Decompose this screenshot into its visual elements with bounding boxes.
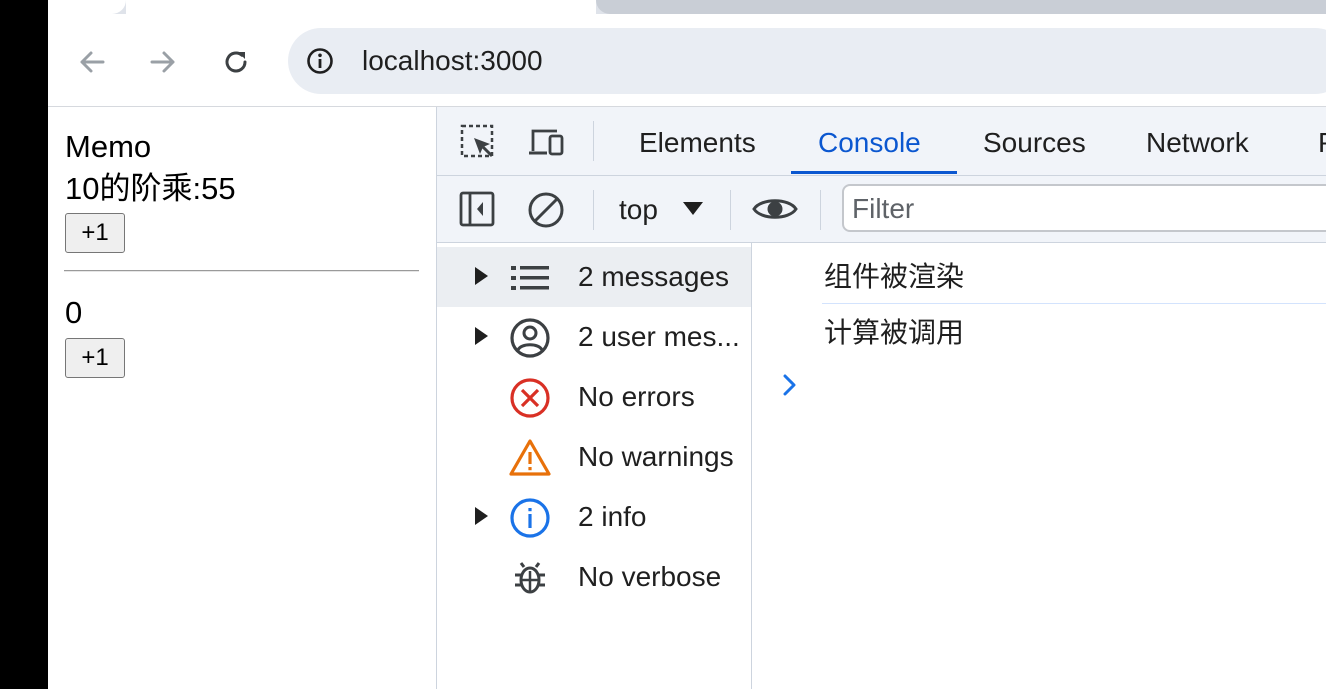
sidebar-item-verbose[interactable]: No verbose <box>437 547 751 607</box>
devtools-tabbar: Elements Console Sources Network P <box>437 107 1326 176</box>
expand-arrow-icon[interactable] <box>475 327 488 345</box>
increment-button-1[interactable]: +1 <box>65 213 125 253</box>
expand-arrow-icon[interactable] <box>475 267 488 285</box>
sidebar-item-info[interactable]: 2 info <box>437 487 751 547</box>
sidebar-item-errors[interactable]: No errors <box>437 367 751 427</box>
sidebar-item-label: No verbose <box>578 561 722 592</box>
site-info-icon[interactable] <box>306 47 334 75</box>
browser-toolbar: localhost:3000 <box>48 14 1326 106</box>
sidebar-item-label: No warnings <box>578 441 734 472</box>
sidebar-item-warnings[interactable]: No warnings <box>437 427 751 487</box>
tab-sources[interactable]: Sources <box>983 125 1086 161</box>
chevron-down-icon[interactable] <box>683 202 703 215</box>
tab-elements[interactable]: Elements <box>639 125 756 161</box>
active-tab[interactable] <box>48 0 126 14</box>
sidebar-item-user-messages[interactable]: 2 user mes... <box>437 307 751 367</box>
devtools-panel: Elements Console Sources Network P top <box>436 107 1326 689</box>
console-output: 组件被渲染 计算被调用 <box>752 243 1326 689</box>
console-toolbar: top Filter <box>437 176 1326 243</box>
list-icon <box>511 266 549 290</box>
filter-input[interactable]: Filter <box>842 184 1326 232</box>
factorial-text: 10的阶乘:55 <box>65 171 236 206</box>
sidebar-item-label: 2 messages <box>578 261 729 292</box>
increment-button-2[interactable]: +1 <box>65 338 125 378</box>
tab-more-cutoff[interactable]: P <box>1318 125 1326 161</box>
console-log-line[interactable]: 计算被调用 <box>824 315 964 351</box>
back-button[interactable] <box>74 44 110 80</box>
browser-window: localhost:3000 Memo 10的阶乘:55 +1 0 +1 Ele… <box>48 0 1326 689</box>
tab-console[interactable]: Console <box>818 125 921 161</box>
inactive-tab[interactable] <box>596 0 1326 14</box>
console-log-line[interactable]: 组件被渲染 <box>824 259 964 295</box>
eye-icon[interactable] <box>752 194 798 224</box>
user-icon <box>510 318 550 358</box>
clear-console-icon[interactable] <box>527 191 565 229</box>
sidebar-item-label: 2 user mes... <box>578 321 740 352</box>
url-text[interactable]: localhost:3000 <box>362 43 543 79</box>
filter-placeholder: Filter <box>852 193 915 224</box>
page-title: Memo <box>65 129 152 164</box>
sidebar-item-messages[interactable]: 2 messages <box>437 247 751 307</box>
device-toolbar-icon[interactable] <box>527 123 565 161</box>
divider <box>64 270 419 272</box>
bug-icon <box>515 562 545 594</box>
page-content: Memo 10的阶乘:55 +1 0 +1 <box>48 107 436 689</box>
sidebar-toggle-icon[interactable] <box>459 191 495 227</box>
count-value: 0 <box>65 295 83 330</box>
error-icon <box>510 378 550 418</box>
address-bar[interactable]: localhost:3000 <box>288 28 1326 94</box>
sidebar-item-label: 2 info <box>578 501 647 532</box>
arrow-right-icon <box>150 51 175 73</box>
console-prompt-icon[interactable] <box>782 373 798 397</box>
reload-button[interactable] <box>218 44 254 80</box>
context-selector[interactable]: top <box>619 192 658 228</box>
forward-button[interactable] <box>145 44 181 80</box>
reload-icon <box>225 51 247 73</box>
arrow-left-icon <box>80 51 105 73</box>
inspect-element-icon[interactable] <box>459 123 497 161</box>
tab-network[interactable]: Network <box>1146 125 1249 161</box>
sidebar-item-label: No errors <box>578 381 695 412</box>
console-sidebar: 2 messages 2 user mes... No errors No wa… <box>437 243 752 689</box>
tab-strip <box>48 0 1326 14</box>
active-tab-indicator <box>791 171 957 174</box>
expand-arrow-icon[interactable] <box>475 507 488 525</box>
warning-icon <box>509 439 551 476</box>
info-icon <box>510 498 550 538</box>
